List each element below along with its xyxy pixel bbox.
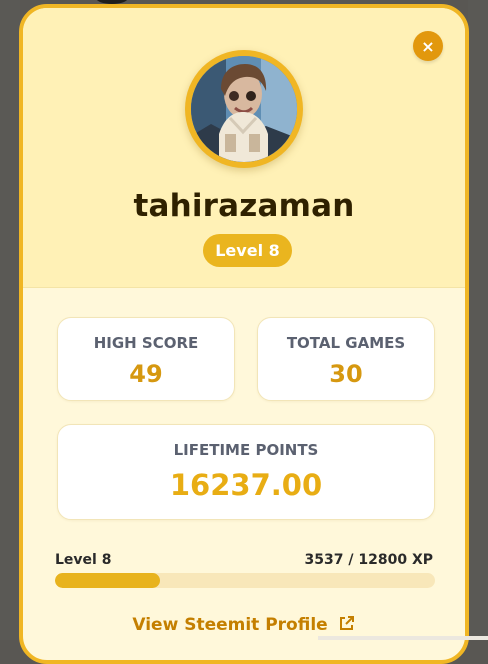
xp-progress-bar: [55, 573, 435, 588]
avatar: [191, 56, 297, 162]
view-steemit-profile-label: View Steemit Profile: [132, 615, 328, 635]
avatar-photo: [191, 56, 297, 162]
lifetime-points-label: LIFETIME POINTS: [173, 441, 319, 459]
lifetime-points-value: 16237.00: [169, 468, 323, 502]
level-badge: Level 8: [203, 234, 292, 267]
close-icon: ×: [421, 36, 435, 56]
backdrop-right: [468, 0, 488, 640]
close-button[interactable]: ×: [413, 31, 443, 61]
total-games-card: TOTAL GAMES 30: [257, 317, 435, 401]
high-score-label: HIGH SCORE: [93, 334, 199, 352]
avatar-ring: [185, 50, 303, 168]
total-games-value: 30: [329, 360, 363, 388]
xp-progress-fill: [55, 573, 160, 588]
backdrop-left: [0, 0, 20, 640]
high-score-card: HIGH SCORE 49: [57, 317, 235, 401]
xp-progress-text: 3537 / 12800 XP: [304, 552, 433, 568]
high-score-value: 49: [129, 360, 163, 388]
username: tahirazaman: [133, 188, 355, 224]
total-games-label: TOTAL GAMES: [286, 334, 406, 352]
xp-level-label: Level 8: [55, 552, 112, 568]
view-steemit-profile-link[interactable]: View Steemit Profile: [23, 614, 465, 637]
profile-modal: × tahirazaman Level 8 HIGH SCORE 49 TOTA…: [19, 4, 469, 664]
bottom-decoration: [318, 636, 488, 640]
lifetime-points-card: LIFETIME POINTS 16237.00: [57, 424, 435, 520]
profile-header: × tahirazaman Level 8: [23, 8, 465, 288]
external-link-icon: [338, 614, 356, 637]
